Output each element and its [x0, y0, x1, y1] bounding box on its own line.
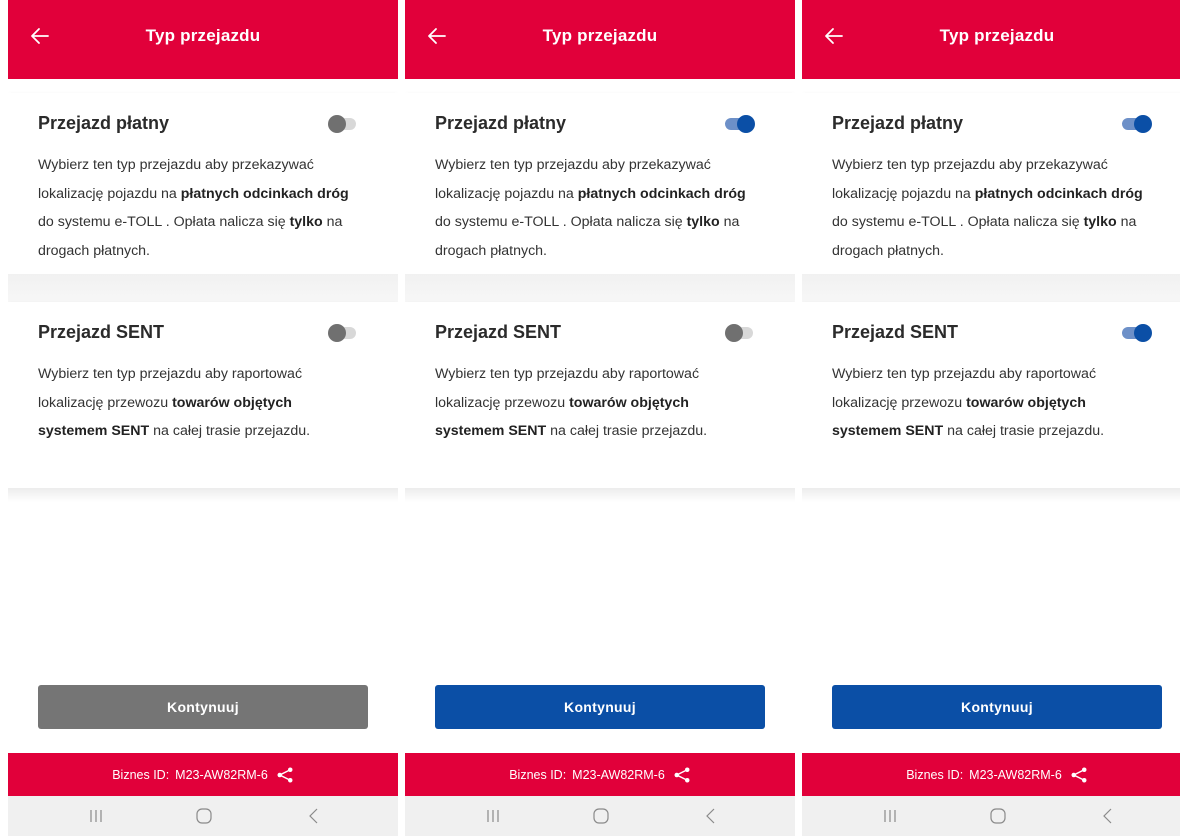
toggle-thumb: [328, 324, 346, 342]
business-id-bar: Biznes ID: M23-AW82RM-6: [8, 753, 398, 796]
description-text: na całej trasie przejazdu.: [943, 423, 1105, 439]
card-title: Przejazd SENT: [38, 322, 165, 342]
home-icon[interactable]: [194, 806, 214, 826]
paid-ride-toggle[interactable]: [328, 115, 356, 133]
share-icon[interactable]: [673, 766, 691, 784]
card-paid-ride: Przejazd płatny Wybierz ten typ przejazd…: [405, 93, 795, 274]
card-description: Wybierz ten typ przejazdu aby przekazywa…: [832, 151, 1156, 265]
description-text: na całej trasie przejazdu.: [149, 423, 311, 439]
chevron-left-icon[interactable]: [701, 806, 721, 826]
business-id-label: Biznes ID:: [509, 767, 567, 782]
card-shadow: [405, 488, 795, 502]
card-sent-ride: Przejazd SENT Wybierz ten typ przejazdu …: [8, 302, 398, 488]
business-id-label: Biznes ID:: [112, 767, 170, 782]
system-nav-bar: [405, 796, 795, 836]
chevron-left-icon[interactable]: [304, 806, 324, 826]
sent-ride-toggle[interactable]: [328, 324, 356, 342]
emphasized-text: tylko: [1083, 214, 1117, 230]
card-shadow: [802, 488, 1180, 502]
business-id-bar: Biznes ID: M23-AW82RM-6: [405, 753, 795, 796]
description-text: do systemu e-TOLL . Opłata nalicza się: [435, 214, 687, 230]
toggle-thumb: [328, 115, 346, 133]
page-title: Typ przejazdu: [145, 26, 261, 45]
description-text: na całej trasie przejazdu.: [546, 423, 708, 439]
card-description: Wybierz ten typ przejazdu aby raportować…: [832, 360, 1156, 446]
card-paid-ride: Przejazd płatny Wybierz ten typ przejazd…: [8, 93, 398, 274]
card-description: Wybierz ten typ przejazdu aby raportować…: [38, 360, 362, 446]
card-divider: [8, 274, 398, 302]
business-id-label: Biznes ID:: [906, 767, 964, 782]
card-description: Wybierz ten typ przejazdu aby przekazywa…: [38, 151, 362, 265]
share-icon[interactable]: [276, 766, 294, 784]
emphasized-text: tylko: [289, 214, 323, 230]
emphasized-text: tylko: [686, 214, 720, 230]
recent-apps-icon[interactable]: [483, 806, 503, 826]
chevron-left-icon[interactable]: [1098, 806, 1118, 826]
card-description: Wybierz ten typ przejazdu aby raportować…: [435, 360, 759, 446]
business-id-value: M23-AW82RM-6: [572, 767, 665, 782]
continue-button[interactable]: Kontynuuj: [832, 685, 1162, 729]
share-icon[interactable]: [1070, 766, 1088, 784]
emphasized-text: płatnych odcinkach dróg: [577, 185, 746, 202]
card-paid-ride: Przejazd płatny Wybierz ten typ przejazd…: [802, 93, 1180, 274]
paid-ride-toggle[interactable]: [1122, 115, 1152, 133]
page-title: Typ przejazdu: [542, 26, 658, 45]
description-text: do systemu e-TOLL . Opłata nalicza się: [38, 214, 290, 230]
card-title: Przejazd płatny: [832, 113, 964, 133]
recent-apps-icon[interactable]: [880, 806, 900, 826]
card-divider: [802, 274, 1180, 302]
sent-ride-toggle[interactable]: [1122, 324, 1152, 342]
card-sent-ride: Przejazd SENT Wybierz ten typ przejazdu …: [405, 302, 795, 488]
business-id-bar: Biznes ID: M23-AW82RM-6: [802, 753, 1180, 796]
system-nav-bar: [802, 796, 1180, 836]
card-title: Przejazd SENT: [832, 322, 959, 342]
header-spacer: [405, 79, 795, 93]
sent-ride-toggle[interactable]: [725, 324, 753, 342]
home-icon[interactable]: [591, 806, 611, 826]
home-icon[interactable]: [988, 806, 1008, 826]
emphasized-text: płatnych odcinkach dróg: [974, 185, 1143, 202]
card-title: Przejazd płatny: [38, 113, 170, 133]
phone-screen-1: Typ przejazdu Przejazd płatny Wybierz te…: [8, 0, 398, 836]
toggle-thumb: [1134, 115, 1152, 133]
card-title: Przejazd płatny: [435, 113, 567, 133]
toggle-thumb: [1134, 324, 1152, 342]
app-header: Typ przejazdu: [405, 0, 795, 79]
business-id-value: M23-AW82RM-6: [969, 767, 1062, 782]
app-header: Typ przejazdu: [8, 0, 398, 79]
card-title: Przejazd SENT: [435, 322, 562, 342]
continue-button[interactable]: Kontynuuj: [435, 685, 765, 729]
header-spacer: [802, 79, 1180, 93]
app-header: Typ przejazdu: [802, 0, 1180, 79]
card-sent-ride: Przejazd SENT Wybierz ten typ przejazdu …: [802, 302, 1180, 488]
toggle-thumb: [725, 324, 743, 342]
recent-apps-icon[interactable]: [86, 806, 106, 826]
page-title: Typ przejazdu: [939, 26, 1055, 45]
phone-screen-3: Typ przejazdu Przejazd płatny Wybierz te…: [802, 0, 1180, 836]
toggle-thumb: [737, 115, 755, 133]
card-shadow: [8, 488, 398, 502]
card-description: Wybierz ten typ przejazdu aby przekazywa…: [435, 151, 759, 265]
header-spacer: [8, 79, 398, 93]
business-id-value: M23-AW82RM-6: [175, 767, 268, 782]
continue-button[interactable]: Kontynuuj: [38, 685, 368, 729]
card-divider: [405, 274, 795, 302]
description-text: do systemu e-TOLL . Opłata nalicza się: [832, 214, 1084, 230]
emphasized-text: płatnych odcinkach dróg: [180, 185, 349, 202]
system-nav-bar: [8, 796, 398, 836]
paid-ride-toggle[interactable]: [725, 115, 755, 133]
phone-screen-2: Typ przejazdu Przejazd płatny Wybierz te…: [405, 0, 795, 836]
